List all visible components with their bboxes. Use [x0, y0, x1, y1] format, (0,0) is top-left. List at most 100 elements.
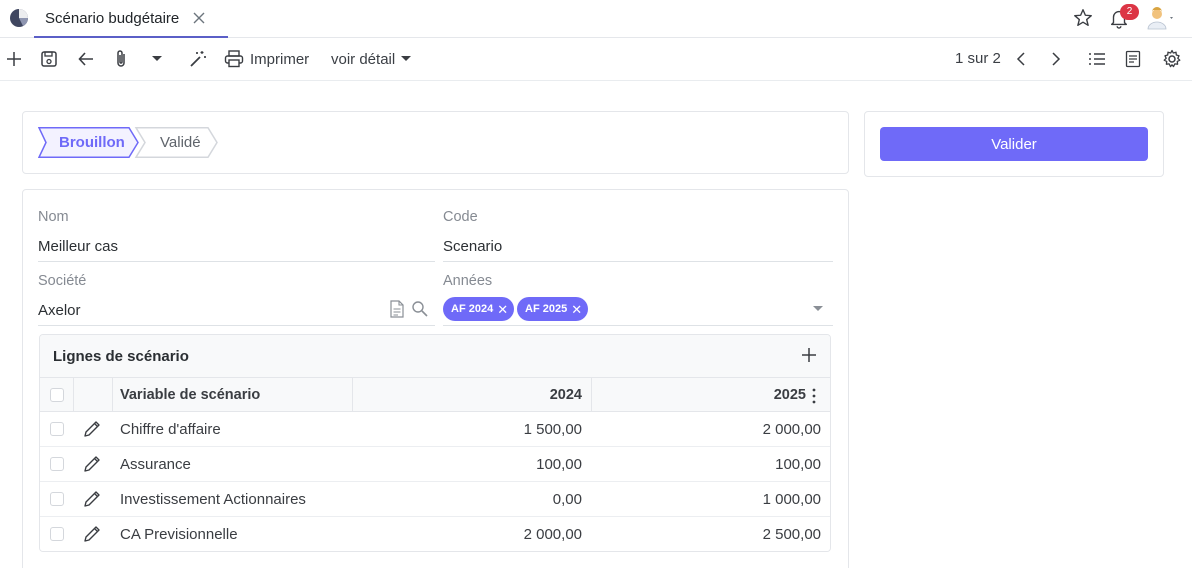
- search-icon[interactable]: [411, 300, 429, 318]
- document-icon: [1125, 50, 1141, 68]
- arrow-left-icon: [78, 52, 93, 66]
- close-icon[interactable]: [191, 10, 207, 26]
- magic-wand-button[interactable]: [186, 48, 210, 70]
- years-dropdown-icon[interactable]: [813, 306, 823, 312]
- row-checkbox[interactable]: [50, 527, 64, 541]
- detail-label: voir détail: [331, 50, 396, 68]
- save-icon: [41, 51, 57, 67]
- year-chip-label: AF 2025: [525, 303, 568, 315]
- pencil-icon[interactable]: [82, 524, 102, 544]
- cell-2025: 2 500,00: [762, 526, 821, 543]
- column-header-variable[interactable]: Variable de scénario: [120, 387, 260, 403]
- pencil-icon[interactable]: [82, 489, 102, 509]
- years-label: Années: [443, 273, 493, 289]
- new-button[interactable]: [4, 48, 24, 70]
- year-chip[interactable]: AF 2024 ✕: [443, 297, 515, 321]
- star-icon[interactable]: [1072, 6, 1094, 30]
- remove-chip-icon[interactable]: ✕: [497, 303, 508, 316]
- status-step-brouillon[interactable]: Brouillon: [59, 134, 125, 151]
- cell-variable: Assurance: [120, 456, 191, 473]
- grid-column-headers: Variable de scénario 2024 2025: [40, 377, 830, 412]
- back-button[interactable]: [75, 48, 97, 70]
- list-view-button[interactable]: [1086, 48, 1108, 70]
- gear-icon: [1163, 49, 1181, 68]
- cell-2024: 100,00: [536, 456, 582, 473]
- save-button[interactable]: [38, 48, 60, 70]
- attachment-button[interactable]: [110, 48, 132, 70]
- pager-text: 1 sur 2: [955, 50, 1001, 67]
- code-underline: [443, 261, 833, 262]
- view-document-icon[interactable]: [389, 300, 405, 318]
- table-row[interactable]: Assurance 100,00 100,00: [40, 447, 830, 482]
- column-header-2025[interactable]: 2025: [600, 387, 806, 403]
- tab-title: Scénario budgétaire: [45, 9, 180, 27]
- detail-dropdown[interactable]: voir détail: [331, 48, 415, 70]
- add-line-button[interactable]: [800, 346, 818, 364]
- app-logo-icon[interactable]: [8, 7, 30, 29]
- row-checkbox[interactable]: [50, 457, 64, 471]
- column-header-2024[interactable]: 2024: [360, 387, 582, 403]
- paperclip-icon: [117, 50, 125, 67]
- remove-chip-icon[interactable]: ✕: [571, 303, 582, 316]
- column-divider: [352, 378, 353, 411]
- cell-2024: 1 500,00: [523, 421, 582, 438]
- grid-header: Lignes de scénario: [40, 335, 830, 377]
- status-step-valide[interactable]: Validé: [160, 134, 201, 151]
- cell-2025: 100,00: [775, 456, 821, 473]
- code-label: Code: [443, 209, 478, 225]
- years-underline: [443, 325, 833, 326]
- name-underline: [38, 261, 435, 262]
- company-label: Société: [38, 273, 87, 289]
- print-button[interactable]: Imprimer: [224, 48, 316, 70]
- previous-record-button[interactable]: [1012, 48, 1030, 70]
- more-actions-dropdown[interactable]: [146, 48, 168, 70]
- name-label: Nom: [38, 209, 69, 225]
- toolbar: Imprimer voir détail 1 sur 2: [0, 39, 1192, 81]
- caret-down-icon: [152, 56, 162, 61]
- code-field[interactable]: Scenario: [443, 238, 502, 255]
- validate-button[interactable]: Valider: [880, 127, 1148, 161]
- cell-variable: Chiffre d'affaire: [120, 421, 221, 438]
- caret-down-icon: [401, 56, 412, 61]
- form-view-button[interactable]: [1122, 48, 1144, 70]
- print-label: Imprimer: [250, 50, 310, 68]
- tab-bar: Scénario budgétaire 2: [0, 0, 1192, 38]
- status-steps: Brouillon Validé: [38, 127, 228, 158]
- cell-variable: Investissement Actionnaires: [120, 491, 306, 508]
- cell-2025: 1 000,00: [762, 491, 821, 508]
- pencil-icon[interactable]: [82, 454, 102, 474]
- notification-badge: 2: [1120, 4, 1139, 20]
- column-divider: [591, 378, 592, 411]
- chevron-right-icon: [1052, 52, 1061, 66]
- grid-title: Lignes de scénario: [53, 348, 189, 365]
- column-menu-icon[interactable]: [811, 387, 817, 405]
- pencil-icon[interactable]: [82, 419, 102, 439]
- name-field[interactable]: Meilleur cas: [38, 238, 118, 255]
- row-checkbox[interactable]: [50, 492, 64, 506]
- user-avatar-icon[interactable]: [1146, 6, 1176, 30]
- cell-2024: 0,00: [552, 491, 582, 508]
- company-underline: [38, 325, 435, 326]
- cell-variable: CA Previsionnelle: [120, 526, 238, 543]
- printer-icon: [224, 50, 244, 68]
- actions-card: Valider: [864, 111, 1164, 177]
- table-row[interactable]: CA Previsionnelle 2 000,00 2 500,00: [40, 517, 830, 551]
- column-divider: [112, 378, 113, 411]
- year-chip-label: AF 2024: [451, 303, 494, 315]
- plus-icon: [7, 52, 21, 66]
- year-chip[interactable]: AF 2025 ✕: [517, 297, 589, 321]
- table-row[interactable]: Chiffre d'affaire 1 500,00 2 000,00: [40, 412, 830, 447]
- column-divider: [73, 378, 74, 411]
- tab-scenario-budgetaire[interactable]: Scénario budgétaire: [34, 0, 228, 38]
- chevron-left-icon: [1016, 52, 1025, 66]
- company-field[interactable]: Axelor: [38, 302, 81, 319]
- select-all-checkbox[interactable]: [50, 388, 64, 402]
- cell-2024: 2 000,00: [523, 526, 582, 543]
- row-checkbox[interactable]: [50, 422, 64, 436]
- cell-2025: 2 000,00: [762, 421, 821, 438]
- table-row[interactable]: Investissement Actionnaires 0,00 1 000,0…: [40, 482, 830, 517]
- magic-wand-icon: [190, 51, 206, 67]
- next-record-button[interactable]: [1047, 48, 1065, 70]
- settings-button[interactable]: [1160, 48, 1184, 70]
- list-icon: [1089, 53, 1105, 65]
